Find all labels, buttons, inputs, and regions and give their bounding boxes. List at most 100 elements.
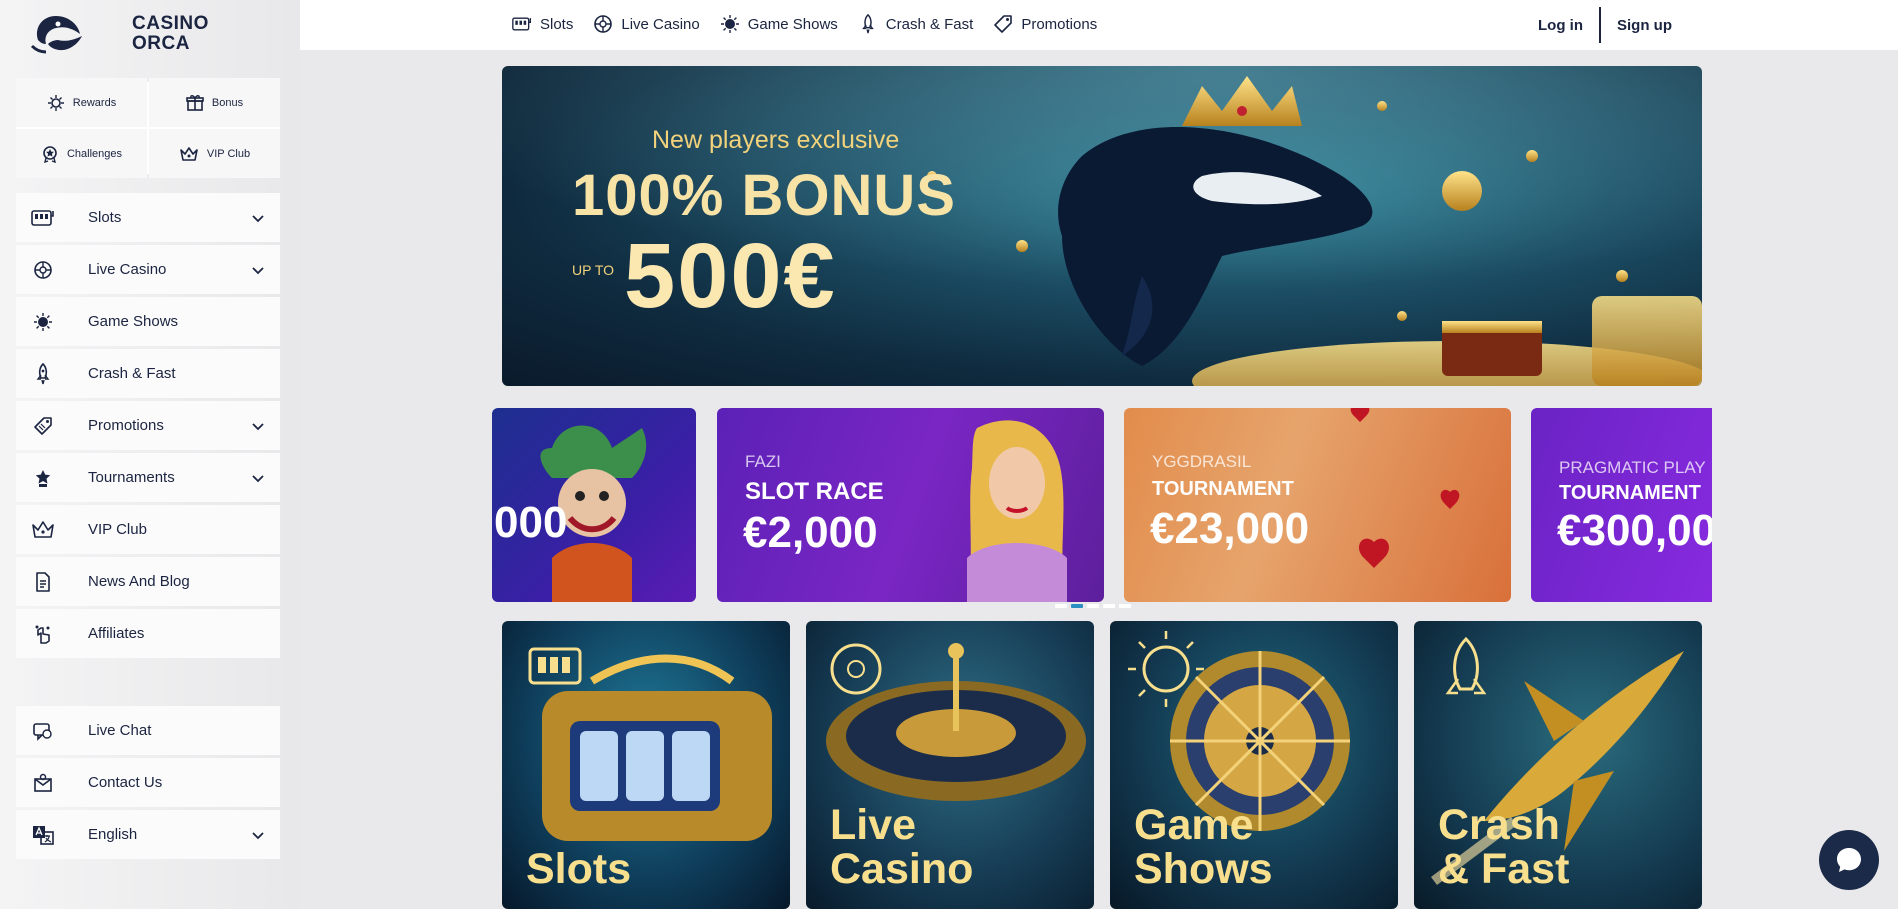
gift-icon	[186, 94, 204, 111]
tag-icon	[30, 413, 56, 439]
promo-amount: €2,000	[743, 508, 878, 557]
crown-icon	[30, 517, 56, 543]
slot-machine-icon	[30, 205, 56, 231]
category-label-line: Live	[830, 801, 917, 849]
carousel-dot[interactable]	[1071, 604, 1083, 608]
carousel-dot[interactable]	[1087, 604, 1099, 608]
sidebar-item-label: News And Blog	[88, 573, 190, 590]
rocket-icon	[30, 361, 56, 387]
trophy-icon	[30, 465, 56, 491]
topnav-label: Promotions	[1021, 15, 1098, 33]
promo-title: SLOT RACE	[745, 478, 884, 505]
sidebar-item-tournaments[interactable]: Tournaments	[16, 453, 280, 502]
hero-amount: 500€	[624, 225, 837, 327]
carousel-dot[interactable]	[1103, 604, 1115, 608]
sidebar-item-vip-club[interactable]: VIP Club	[16, 505, 280, 554]
auth-buttons: Log in Sign up	[1522, 7, 1688, 43]
envelope-icon	[30, 770, 56, 796]
sidebar-item-contact-us[interactable]: Contact Us	[16, 758, 280, 807]
quick-links: Rewards Bonus Challenges VIP Club	[16, 78, 280, 178]
sidebar-item-label: Tournaments	[88, 469, 175, 486]
chevron-down-icon[interactable]	[250, 418, 266, 434]
sidebar-item-label: Affiliates	[88, 625, 145, 642]
sidebar-item-english[interactable]: English	[16, 810, 280, 859]
sidebar-item-affiliates[interactable]: Affiliates	[16, 609, 280, 658]
chevron-down-icon[interactable]	[250, 470, 266, 486]
topnav-label: Live Casino	[621, 15, 700, 33]
chevron-down-icon[interactable]	[250, 827, 266, 843]
topnav-crash-fast[interactable]: Crash & Fast	[858, 14, 974, 34]
sidebar-item-crash-fast[interactable]: Crash & Fast	[16, 349, 280, 398]
sidebar-item-label: Promotions	[88, 417, 164, 434]
topnav-slots[interactable]: Slots	[512, 14, 573, 34]
promo-card[interactable]: FAZI SLOT RACE €2,000	[717, 408, 1104, 602]
promo-card[interactable]: PRAGMATIC PLAY TOURNAMENT €300,000	[1531, 408, 1712, 602]
rocket-icon	[861, 14, 874, 34]
carousel-dot[interactable]	[1119, 604, 1131, 608]
category-label-line: Game	[1134, 801, 1254, 849]
login-button[interactable]: Log in	[1522, 17, 1599, 34]
quick-link-vip-club[interactable]: VIP Club	[149, 129, 280, 178]
topnav-live-casino[interactable]: Live Casino	[593, 14, 700, 34]
topnav-label: Crash & Fast	[885, 15, 974, 33]
sidebar-item-label: VIP Club	[88, 521, 147, 538]
category-tile-game-shows[interactable]: Game Shows	[1110, 621, 1398, 909]
category-label: Crash & Fast	[1438, 803, 1569, 891]
chevron-down-icon[interactable]	[250, 210, 266, 226]
category-label-line: & Fast	[1438, 845, 1570, 893]
category-tile-crash-fast[interactable]: Crash & Fast	[1414, 621, 1702, 909]
hero-banner[interactable]: New players exclusive 100% BONUS UP TO 5…	[502, 66, 1702, 386]
hero-upto: UP TO	[572, 262, 615, 278]
sidebar-item-label: Slots	[88, 209, 122, 226]
sidebar-bottom-nav: Live Chat Contact Us English	[16, 706, 280, 862]
category-label-line: Crash	[1438, 801, 1560, 849]
promo-provider: FAZI	[745, 452, 781, 471]
promo-amount: €300,000	[1557, 506, 1712, 555]
sidebar-item-label: Contact Us	[88, 774, 163, 791]
top-nav: Slots Live Casino Game Shows Crash & Fas…	[512, 14, 1097, 34]
sidebar: CASINO ORCA Rewards Bonus Challenges VIP…	[0, 0, 300, 909]
sidebar-item-game-shows[interactable]: Game Shows	[16, 297, 280, 346]
sidebar-item-label: Game Shows	[88, 313, 179, 330]
sidebar-item-label: Crash & Fast	[88, 365, 176, 382]
signup-button[interactable]: Sign up	[1601, 17, 1688, 34]
crown-icon	[180, 146, 198, 161]
challenges-icon	[43, 145, 57, 163]
chevron-down-icon[interactable]	[250, 262, 266, 278]
sidebar-item-live-casino[interactable]: Live Casino	[16, 245, 280, 294]
promo-amount: 000	[494, 498, 568, 547]
topnav-promotions[interactable]: Promotions	[993, 14, 1097, 34]
rewards-icon	[47, 94, 64, 111]
sidebar-item-label: Live Chat	[88, 722, 152, 739]
sidebar-item-news-and-blog[interactable]: News And Blog	[16, 557, 280, 606]
document-icon	[30, 569, 56, 595]
topnav-game-shows[interactable]: Game Shows	[720, 14, 838, 34]
language-icon	[30, 822, 56, 848]
brand-line-1: CASINO	[132, 13, 209, 34]
quick-link-bonus[interactable]: Bonus	[149, 78, 280, 127]
category-label-line: Shows	[1134, 845, 1273, 893]
hero-headline: 100% BONUS	[572, 163, 956, 228]
quick-link-challenges[interactable]: Challenges	[16, 129, 147, 178]
promo-provider: YGGDRASIL	[1152, 452, 1252, 471]
promo-card[interactable]: YGGDRASIL TOURNAMENT €23,000	[1124, 408, 1511, 602]
quick-link-label: Rewards	[72, 96, 117, 109]
brand-logo[interactable]: CASINO ORCA	[28, 10, 209, 58]
quick-link-rewards[interactable]: Rewards	[16, 78, 147, 127]
carousel-dot[interactable]	[1055, 604, 1067, 608]
category-label: Game Shows	[1134, 803, 1273, 891]
category-tile-slots[interactable]: Slots	[502, 621, 790, 909]
quick-link-label: Bonus	[211, 96, 244, 109]
sidebar-item-slots[interactable]: Slots	[16, 193, 280, 242]
category-tile-live-casino[interactable]: Live Casino	[806, 621, 1094, 909]
quick-links-divider	[16, 127, 280, 129]
sidebar-item-live-chat[interactable]: Live Chat	[16, 706, 280, 755]
sidebar-item-label: Live Casino	[88, 261, 167, 278]
promo-card[interactable]: 000	[492, 408, 696, 602]
live-chat-button[interactable]	[1819, 830, 1879, 890]
hero-kicker: New players exclusive	[652, 126, 900, 154]
sidebar-item-promotions[interactable]: Promotions	[16, 401, 280, 450]
brand-line-2: ORCA	[132, 33, 190, 54]
game-shows-icon	[720, 15, 739, 33]
category-label: Slots	[526, 847, 631, 891]
